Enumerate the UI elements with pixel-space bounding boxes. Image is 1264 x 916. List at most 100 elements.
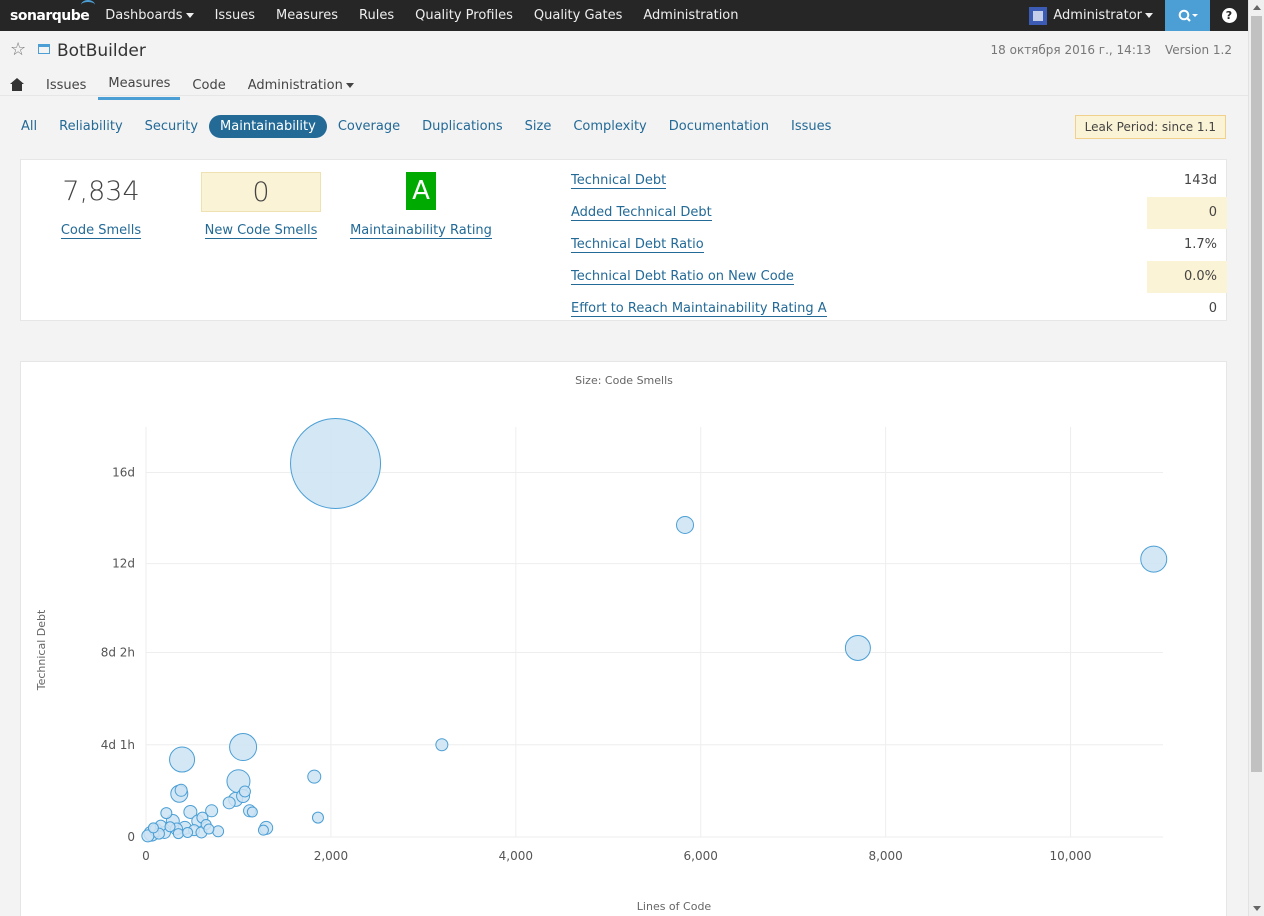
search-button[interactable] — [1165, 0, 1210, 31]
x-tick-label: 4,000 — [499, 849, 533, 863]
measures-list: Technical Debt 143d Added Technical Debt… — [571, 165, 1227, 325]
page-scrollbar[interactable] — [1248, 0, 1264, 916]
project-subnav: Issues Measures Code Administration — [10, 73, 376, 100]
tab-code[interactable]: Code — [192, 78, 225, 99]
project-meta: 18 октября 2016 г., 14:13 Version 1.2 — [981, 43, 1232, 57]
scroll-up-icon[interactable] — [1253, 5, 1261, 10]
bubble-point[interactable] — [676, 515, 695, 534]
nav-issues[interactable]: Issues — [215, 8, 255, 23]
code-smells-link[interactable]: Code Smells — [60, 223, 142, 239]
x-axis-label: Lines of Code — [637, 900, 712, 913]
bubble-point[interactable] — [182, 826, 194, 838]
measure-row: Technical Debt Ratio 1.7% — [571, 229, 1227, 261]
domain-coverage[interactable]: Coverage — [338, 119, 400, 134]
maintainability-rating-block: A Maintainability Rating — [341, 172, 501, 239]
measure-added-technical-debt[interactable]: Added Technical Debt — [571, 205, 712, 221]
nav-dashboards[interactable]: Dashboards — [105, 8, 194, 23]
user-menu[interactable]: Administrator — [1029, 6, 1153, 25]
nav-quality-profiles[interactable]: Quality Profiles — [415, 8, 513, 23]
measure-value: 143d — [1183, 173, 1217, 188]
home-icon[interactable] — [10, 78, 24, 91]
leak-period-badge: Leak Period: since 1.1 — [1074, 115, 1226, 139]
bubble-point[interactable] — [1140, 545, 1168, 573]
y-tick-label: 16d — [112, 466, 135, 480]
y-tick-label: 0 — [127, 830, 135, 844]
bubble-point[interactable] — [212, 825, 225, 838]
domain-complexity[interactable]: Complexity — [573, 119, 646, 134]
favorite-star-icon[interactable]: ☆ — [10, 39, 26, 60]
project-version: Version 1.2 — [1164, 43, 1232, 57]
bubble-chart-panel: 0 2,000 4,000 6,000 8,000 10,000 0 4d 1h 8d 2h 12… — [20, 361, 1227, 916]
tab-administration[interactable]: Administration — [248, 78, 354, 99]
bubble-point[interactable] — [164, 821, 176, 833]
help-icon: ? — [1221, 8, 1237, 23]
measure-effort-to-rating-a[interactable]: Effort to Reach Maintainability Rating A — [571, 301, 827, 317]
bubble-point[interactable] — [246, 806, 258, 818]
tab-issues[interactable]: Issues — [46, 78, 86, 99]
nav-measures[interactable]: Measures — [276, 8, 338, 23]
project-name[interactable]: BotBuilder — [57, 41, 146, 61]
nav-administration[interactable]: Administration — [643, 8, 738, 23]
domain-size[interactable]: Size — [525, 119, 552, 134]
measure-value: 0 — [1147, 197, 1227, 229]
scrollbar-thumb[interactable] — [1251, 16, 1262, 772]
maintainability-summary: 7,834 Code Smells 0 New Code Smells A Ma… — [20, 159, 1227, 321]
domain-all[interactable]: All — [21, 119, 37, 134]
bubble-point[interactable] — [147, 822, 159, 834]
bubble-point[interactable] — [160, 807, 173, 820]
project-icon — [38, 44, 50, 54]
domain-documentation[interactable]: Documentation — [669, 119, 769, 134]
bubble-point[interactable] — [307, 769, 322, 784]
user-name: Administrator — [1053, 8, 1142, 23]
bubble-point[interactable] — [229, 733, 258, 762]
nav-rules[interactable]: Rules — [359, 8, 394, 23]
domain-issues[interactable]: Issues — [791, 119, 831, 134]
y-tick-label: 4d 1h — [101, 738, 135, 752]
measure-value: 0 — [1208, 301, 1217, 316]
nav-quality-gates[interactable]: Quality Gates — [534, 8, 623, 23]
sonarqube-logo[interactable]: sonarqube — [10, 0, 96, 24]
x-tick-label: 10,000 — [1050, 849, 1092, 863]
measure-value: 1.7% — [1183, 237, 1217, 252]
y-tick-label: 12d — [112, 557, 135, 571]
bubble-point[interactable] — [290, 417, 382, 509]
bubble-point[interactable] — [311, 811, 324, 824]
measure-technical-debt[interactable]: Technical Debt — [571, 173, 667, 189]
help-button[interactable]: ? — [1210, 0, 1248, 31]
caret-down-icon — [185, 13, 194, 18]
y-tick-label: 8d 2h — [101, 646, 135, 660]
bubble-point[interactable] — [435, 738, 449, 752]
bubble-point[interactable] — [203, 823, 215, 835]
bubble-point[interactable] — [257, 824, 269, 836]
x-tick-label: 6,000 — [684, 849, 718, 863]
bubble-point[interactable] — [174, 783, 188, 797]
search-icon — [1178, 9, 1198, 22]
domain-maintainability[interactable]: Maintainability — [209, 115, 327, 138]
domain-reliability[interactable]: Reliability — [59, 119, 123, 134]
domain-security[interactable]: Security — [145, 119, 198, 134]
scroll-down-icon[interactable] — [1253, 906, 1261, 911]
maintainability-rating-badge: A — [406, 172, 436, 210]
maintainability-rating-link[interactable]: Maintainability Rating — [350, 223, 492, 239]
measure-value: 0.0% — [1147, 261, 1227, 293]
bubble-point[interactable] — [169, 746, 196, 773]
bubble-point[interactable] — [172, 828, 184, 840]
measure-technical-debt-ratio-new-code[interactable]: Technical Debt Ratio on New Code — [571, 269, 794, 285]
x-tick-label: 8,000 — [868, 849, 902, 863]
code-smells-value: 7,834 — [62, 176, 140, 207]
measure-row: Added Technical Debt 0 — [571, 197, 1227, 229]
project-header: ☆ BotBuilder 18 октября 2016 г., 14:13 V… — [0, 31, 1248, 100]
top-navbar: sonarqube Dashboards Issues Measures Rul… — [0, 0, 1248, 31]
chart-title: Size: Code Smells — [575, 374, 673, 387]
analysis-date: 18 октября 2016 г., 14:13 — [990, 43, 1152, 57]
avatar — [1029, 6, 1048, 25]
bubble-point[interactable] — [222, 796, 236, 810]
domain-duplications[interactable]: Duplications — [422, 119, 503, 134]
new-code-smells-block: 0 New Code Smells — [181, 172, 341, 239]
y-axis-label: Technical Debt — [35, 609, 48, 691]
measure-technical-debt-ratio[interactable]: Technical Debt Ratio — [571, 237, 704, 253]
new-code-smells-link[interactable]: New Code Smells — [204, 223, 318, 239]
bubble-point[interactable] — [844, 634, 871, 661]
bubble-point[interactable] — [238, 785, 251, 798]
tab-measures[interactable]: Measures — [98, 76, 181, 100]
